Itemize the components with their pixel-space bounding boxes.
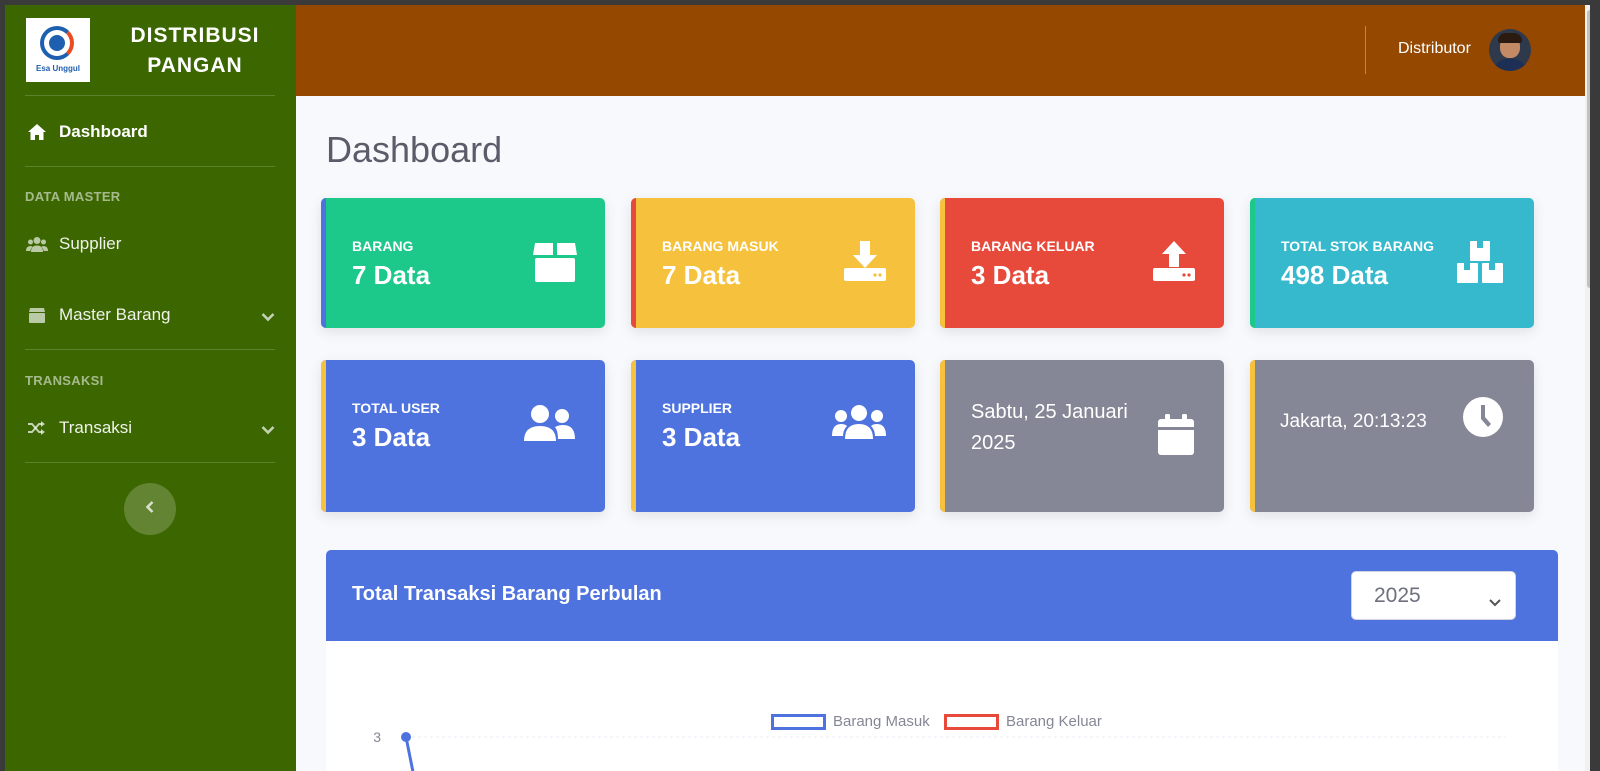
chart-panel-title: Total Transaksi Barang Perbulan bbox=[352, 583, 662, 605]
card-strip bbox=[1250, 360, 1255, 512]
y-tick-label: 3 bbox=[373, 729, 381, 745]
card-label: TOTAL STOK BARANG bbox=[1281, 238, 1434, 254]
card-strip bbox=[631, 360, 636, 512]
card-label: BARANG bbox=[352, 238, 414, 254]
clock-icon bbox=[1462, 396, 1504, 443]
section-heading-transaksi: TRANSAKSI bbox=[25, 373, 104, 388]
logo-text: Esa Unggul bbox=[35, 64, 80, 73]
box-open-icon bbox=[533, 241, 577, 288]
topbar: Distributor bbox=[296, 5, 1590, 96]
users-icon bbox=[26, 235, 48, 253]
sidebar-item-label: Supplier bbox=[59, 234, 122, 253]
card-value: 7 Data bbox=[662, 260, 741, 290]
shuffle-icon bbox=[26, 419, 48, 437]
sidebar-brand[interactable]: Esa Unggul DISTRIBUSI PANGAN bbox=[5, 5, 296, 96]
stat-card-barang-keluar[interactable]: BARANG KELUAR 3 Data bbox=[940, 198, 1224, 328]
chevron-down-icon bbox=[1488, 590, 1502, 614]
brand-logo: Esa Unggul bbox=[26, 18, 90, 82]
sidebar-item-supplier[interactable]: Supplier bbox=[5, 224, 296, 264]
calendar-icon bbox=[1157, 414, 1195, 461]
brand-title-line2: PANGAN bbox=[147, 54, 243, 77]
home-icon bbox=[26, 123, 48, 141]
sidebar-divider bbox=[25, 349, 275, 350]
avatar[interactable] bbox=[1489, 29, 1531, 71]
upload-icon bbox=[1152, 239, 1196, 288]
sidebar-toggle-button[interactable] bbox=[124, 483, 176, 535]
card-value: 3 Data bbox=[352, 422, 431, 452]
sidebar-item-label: Transaksi bbox=[59, 418, 133, 437]
sidebar-item-master-barang[interactable]: Master Barang bbox=[5, 295, 296, 335]
card-strip bbox=[321, 360, 326, 512]
app-window: Esa Unggul DISTRIBUSI PANGAN Dashboard D… bbox=[5, 5, 1590, 771]
sidebar-divider bbox=[25, 95, 275, 96]
clock-card: Jakarta, 20:13:23 bbox=[1250, 360, 1534, 512]
card-value: 3 Data bbox=[971, 260, 1050, 290]
page-title: Dashboard bbox=[326, 129, 503, 170]
brand-title-line1: DISTRIBUSI bbox=[130, 24, 260, 47]
topbar-divider bbox=[1365, 26, 1366, 74]
data-point[interactable] bbox=[401, 732, 411, 742]
user-name[interactable]: Distributor bbox=[1398, 40, 1471, 58]
brand-title: DISTRIBUSI PANGAN bbox=[100, 21, 290, 81]
card-strip bbox=[631, 198, 636, 328]
stat-card-supplier[interactable]: SUPPLIER 3 Data bbox=[631, 360, 915, 512]
box-icon bbox=[26, 306, 48, 324]
card-label: SUPPLIER bbox=[662, 400, 733, 416]
user-friends-icon bbox=[522, 404, 576, 447]
chevron-left-icon bbox=[145, 500, 155, 519]
card-strip bbox=[321, 198, 326, 328]
card-value: 3 Data bbox=[662, 422, 741, 452]
chevron-down-icon bbox=[261, 420, 275, 440]
line-chart: 3 bbox=[373, 729, 1506, 771]
section-heading-data-master: DATA MASTER bbox=[25, 189, 121, 204]
card-strip bbox=[1250, 198, 1255, 328]
date-card: Sabtu, 25 Januari 2025 bbox=[940, 360, 1224, 512]
sidebar: Esa Unggul DISTRIBUSI PANGAN Dashboard D… bbox=[5, 5, 296, 771]
card-strip bbox=[940, 198, 945, 328]
chevron-down-icon bbox=[261, 307, 275, 327]
download-icon bbox=[843, 239, 887, 288]
year-select[interactable]: 2025 bbox=[1351, 571, 1516, 620]
scrollbar[interactable] bbox=[1585, 5, 1590, 771]
chart-panel-header: Total Transaksi Barang Perbulan 2025 bbox=[326, 550, 1558, 641]
scrollbar-thumb[interactable] bbox=[1587, 10, 1590, 288]
date-line2: 2025 bbox=[971, 432, 1016, 454]
sidebar-item-transaksi[interactable]: Transaksi bbox=[5, 408, 296, 448]
clock-text: Jakarta, 20:13:23 bbox=[1280, 411, 1427, 432]
sidebar-item-label: Dashboard bbox=[59, 122, 148, 141]
card-label: BARANG KELUAR bbox=[971, 238, 1095, 254]
card-value: 498 Data bbox=[1281, 260, 1388, 290]
card-label: BARANG MASUK bbox=[662, 238, 779, 254]
series-line-barang-masuk bbox=[404, 736, 415, 771]
date-line1: Sabtu, 25 Januari bbox=[971, 401, 1128, 423]
stat-card-total-user[interactable]: TOTAL USER 3 Data bbox=[321, 360, 605, 512]
stat-card-barang-masuk[interactable]: BARANG MASUK 7 Data bbox=[631, 198, 915, 328]
boxes-icon bbox=[1456, 240, 1504, 289]
card-label: TOTAL USER bbox=[352, 400, 440, 416]
sidebar-item-dashboard[interactable]: Dashboard bbox=[5, 112, 296, 152]
sidebar-item-label: Master Barang bbox=[59, 305, 171, 324]
sidebar-divider bbox=[25, 166, 275, 167]
users-icon bbox=[831, 404, 887, 445]
stat-card-total-stok[interactable]: TOTAL STOK BARANG 498 Data bbox=[1250, 198, 1534, 328]
card-strip bbox=[940, 360, 945, 512]
sidebar-divider bbox=[25, 462, 275, 463]
stat-card-barang[interactable]: BARANG 7 Data bbox=[321, 198, 605, 328]
chart-panel: Total Transaksi Barang Perbulan 2025 Bar… bbox=[326, 550, 1558, 771]
card-value: 7 Data bbox=[352, 260, 431, 290]
year-select-value: 2025 bbox=[1374, 583, 1421, 607]
